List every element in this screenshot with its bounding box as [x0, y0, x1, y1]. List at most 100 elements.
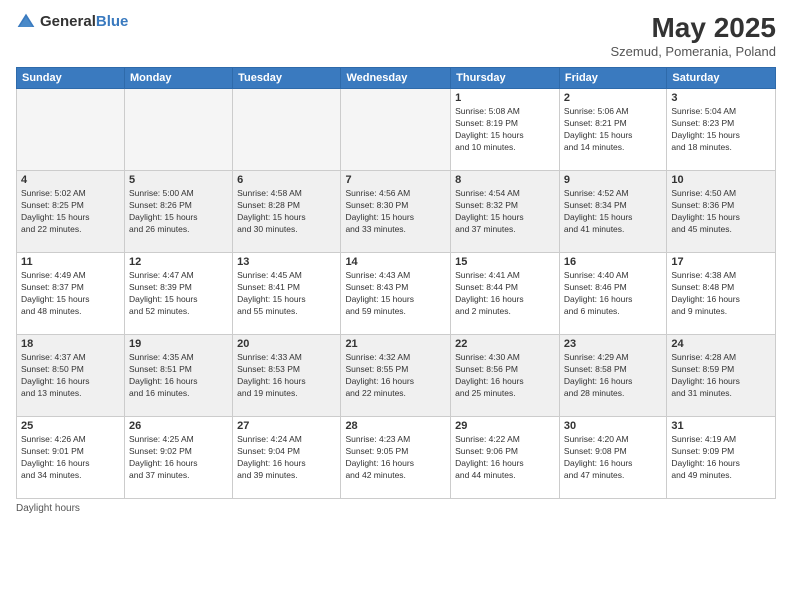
day-info: Sunrise: 4:45 AM Sunset: 8:41 PM Dayligh… — [237, 270, 336, 318]
calendar-week-row: 11Sunrise: 4:49 AM Sunset: 8:37 PM Dayli… — [17, 253, 776, 335]
calendar-cell: 28 Sunrise: 4:23 AM Sunset: 9:05 PM Dayli… — [341, 417, 451, 499]
day-number: 8 — [455, 174, 555, 186]
day-number: 24 — [671, 338, 771, 350]
day-number: 28 — [345, 420, 446, 432]
calendar-cell: 25Sunrise: 4:26 AM Sunset: 9:01 PM Dayli… — [17, 417, 125, 499]
page: GeneralBlue May 2025 Szemud, Pomerania, … — [0, 0, 792, 612]
calendar-cell — [124, 89, 232, 171]
calendar-cell: 21 Sunrise: 4:32 AM Sunset: 8:55 PM Dayli… — [341, 335, 451, 417]
day-number: 27 — [237, 420, 336, 432]
logo: GeneralBlue — [16, 12, 128, 32]
day-info: Sunrise: 4:29 AM Sunset: 8:58 PM Dayligh… — [564, 352, 662, 400]
calendar-cell: 5Sunrise: 5:00 AM Sunset: 8:26 PM Daylig… — [124, 171, 232, 253]
weekday-header: Monday — [124, 68, 232, 89]
day-info: Sunrise: 5:00 AM Sunset: 8:26 PM Dayligh… — [129, 188, 228, 236]
day-info: Sunrise: 4:28 AM Sunset: 8:59 PM Dayligh… — [671, 352, 771, 400]
day-info: Sunrise: 4:35 AM Sunset: 8:51 PM Dayligh… — [129, 352, 228, 400]
day-info: Sunrise: 4:19 AM Sunset: 9:09 PM Dayligh… — [671, 434, 771, 482]
day-info: Sunrise: 4:22 AM Sunset: 9:06 PM Dayligh… — [455, 434, 555, 482]
day-info: Sunrise: 4:38 AM Sunset: 8:48 PM Dayligh… — [671, 270, 771, 318]
weekday-header: Sunday — [17, 68, 125, 89]
weekday-header: Tuesday — [233, 68, 341, 89]
day-info: Sunrise: 5:08 AM Sunset: 8:19 PM Dayligh… — [455, 106, 555, 154]
calendar-cell: 4 Sunrise: 5:02 AM Sunset: 8:25 PM Daylig… — [17, 171, 125, 253]
day-number: 4 — [21, 174, 120, 186]
day-info: Sunrise: 4:58 AM Sunset: 8:28 PM Dayligh… — [237, 188, 336, 236]
day-info: Sunrise: 4:50 AM Sunset: 8:36 PM Dayligh… — [671, 188, 771, 236]
calendar-cell: 2 Sunrise: 5:06 AM Sunset: 8:21 PM Daylig… — [559, 89, 666, 171]
day-number: 20 — [237, 338, 336, 350]
day-info: Sunrise: 5:04 AM Sunset: 8:23 PM Dayligh… — [671, 106, 771, 154]
day-info: Sunrise: 4:25 AM Sunset: 9:02 PM Dayligh… — [129, 434, 228, 482]
calendar-cell: 20 Sunrise: 4:33 AM Sunset: 8:53 PM Dayli… — [233, 335, 341, 417]
day-info: Sunrise: 4:26 AM Sunset: 9:01 PM Dayligh… — [21, 434, 120, 482]
day-info: Sunrise: 5:02 AM Sunset: 8:25 PM Dayligh… — [21, 188, 120, 236]
day-number: 3 — [671, 92, 771, 104]
day-info: Sunrise: 4:37 AM Sunset: 8:50 PM Dayligh… — [21, 352, 120, 400]
day-number: 18 — [21, 338, 120, 350]
calendar-cell: 3 Sunrise: 5:04 AM Sunset: 8:23 PM Daylig… — [667, 89, 776, 171]
calendar-week-row: 1 Sunrise: 5:08 AM Sunset: 8:19 PM Daylig… — [17, 89, 776, 171]
day-info: Sunrise: 4:43 AM Sunset: 8:43 PM Dayligh… — [345, 270, 446, 318]
day-info: Sunrise: 4:41 AM Sunset: 8:44 PM Dayligh… — [455, 270, 555, 318]
weekday-header: Saturday — [667, 68, 776, 89]
calendar-cell: 30 Sunrise: 4:20 AM Sunset: 9:08 PM Dayli… — [559, 417, 666, 499]
day-info: Sunrise: 4:56 AM Sunset: 8:30 PM Dayligh… — [345, 188, 446, 236]
day-number: 14 — [345, 256, 446, 268]
day-number: 21 — [345, 338, 446, 350]
day-info: Sunrise: 4:32 AM Sunset: 8:55 PM Dayligh… — [345, 352, 446, 400]
month-title: May 2025 — [611, 12, 776, 44]
day-info: Sunrise: 4:47 AM Sunset: 8:39 PM Dayligh… — [129, 270, 228, 318]
day-info: Sunrise: 4:52 AM Sunset: 8:34 PM Dayligh… — [564, 188, 662, 236]
calendar-cell — [17, 89, 125, 171]
day-info: Sunrise: 4:23 AM Sunset: 9:05 PM Dayligh… — [345, 434, 446, 482]
calendar-cell: 1 Sunrise: 5:08 AM Sunset: 8:19 PM Daylig… — [451, 89, 560, 171]
calendar-week-row: 25Sunrise: 4:26 AM Sunset: 9:01 PM Dayli… — [17, 417, 776, 499]
day-number: 17 — [671, 256, 771, 268]
calendar-cell: 19 Sunrise: 4:35 AM Sunset: 8:51 PM Dayli… — [124, 335, 232, 417]
day-info: Sunrise: 4:20 AM Sunset: 9:08 PM Dayligh… — [564, 434, 662, 482]
day-number: 29 — [455, 420, 555, 432]
subtitle: Szemud, Pomerania, Poland — [611, 44, 776, 59]
calendar-cell: 17 Sunrise: 4:38 AM Sunset: 8:48 PM Dayli… — [667, 253, 776, 335]
day-number: 2 — [564, 92, 662, 104]
calendar-cell: 26 Sunrise: 4:25 AM Sunset: 9:02 PM Dayli… — [124, 417, 232, 499]
day-number: 7 — [345, 174, 446, 186]
day-info: Sunrise: 4:40 AM Sunset: 8:46 PM Dayligh… — [564, 270, 662, 318]
calendar-cell: 6 Sunrise: 4:58 AM Sunset: 8:28 PM Daylig… — [233, 171, 341, 253]
day-info: Sunrise: 4:24 AM Sunset: 9:04 PM Dayligh… — [237, 434, 336, 482]
title-block: May 2025 Szemud, Pomerania, Poland — [611, 12, 776, 59]
calendar-cell: 9Sunrise: 4:52 AM Sunset: 8:34 PM Daylig… — [559, 171, 666, 253]
day-number: 10 — [671, 174, 771, 186]
day-info: Sunrise: 4:33 AM Sunset: 8:53 PM Dayligh… — [237, 352, 336, 400]
day-number: 1 — [455, 92, 555, 104]
day-number: 31 — [671, 420, 771, 432]
calendar-cell: 16 Sunrise: 4:40 AM Sunset: 8:46 PM Dayli… — [559, 253, 666, 335]
weekday-header: Thursday — [451, 68, 560, 89]
calendar-cell: 15Sunrise: 4:41 AM Sunset: 8:44 PM Dayli… — [451, 253, 560, 335]
calendar-week-row: 18 Sunrise: 4:37 AM Sunset: 8:50 PM Dayli… — [17, 335, 776, 417]
day-number: 16 — [564, 256, 662, 268]
footer-note: Daylight hours — [16, 503, 776, 514]
day-number: 30 — [564, 420, 662, 432]
day-number: 22 — [455, 338, 555, 350]
day-info: Sunrise: 5:06 AM Sunset: 8:21 PM Dayligh… — [564, 106, 662, 154]
weekday-header: Friday — [559, 68, 666, 89]
calendar: SundayMondayTuesdayWednesdayThursdayFrid… — [16, 67, 776, 499]
calendar-week-row: 4 Sunrise: 5:02 AM Sunset: 8:25 PM Daylig… — [17, 171, 776, 253]
calendar-cell: 10 Sunrise: 4:50 AM Sunset: 8:36 PM Dayli… — [667, 171, 776, 253]
calendar-cell: 22 Sunrise: 4:30 AM Sunset: 8:56 PM Dayli… — [451, 335, 560, 417]
calendar-cell: 29 Sunrise: 4:22 AM Sunset: 9:06 PM Dayli… — [451, 417, 560, 499]
calendar-cell — [341, 89, 451, 171]
day-number: 6 — [237, 174, 336, 186]
day-info: Sunrise: 4:30 AM Sunset: 8:56 PM Dayligh… — [455, 352, 555, 400]
calendar-cell: 18 Sunrise: 4:37 AM Sunset: 8:50 PM Dayli… — [17, 335, 125, 417]
calendar-cell: 7 Sunrise: 4:56 AM Sunset: 8:30 PM Daylig… — [341, 171, 451, 253]
day-number: 23 — [564, 338, 662, 350]
weekday-header: Wednesday — [341, 68, 451, 89]
day-number: 26 — [129, 420, 228, 432]
day-info: Sunrise: 4:49 AM Sunset: 8:37 PM Dayligh… — [21, 270, 120, 318]
header: GeneralBlue May 2025 Szemud, Pomerania, … — [16, 12, 776, 59]
calendar-cell: 11Sunrise: 4:49 AM Sunset: 8:37 PM Dayli… — [17, 253, 125, 335]
day-number: 19 — [129, 338, 228, 350]
